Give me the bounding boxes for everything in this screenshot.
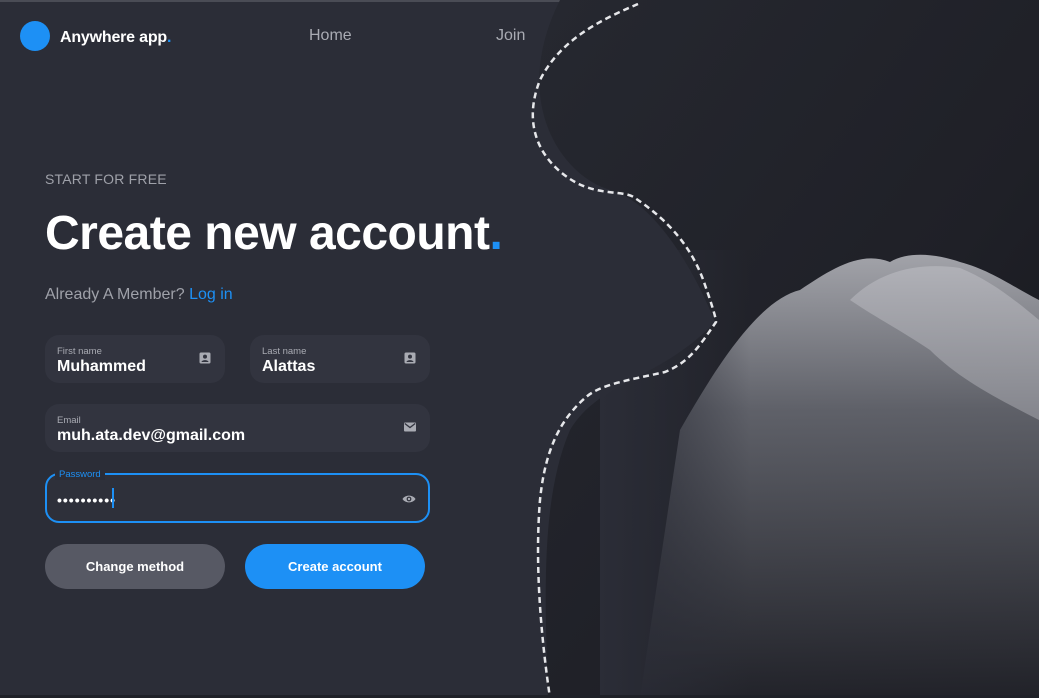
member-text: Already A Member? [45,286,185,303]
change-method-button[interactable]: Change method [45,544,225,589]
page-title: Create new account. [45,207,503,260]
nav-link-join[interactable]: Join [496,27,525,45]
mail-icon [404,422,416,432]
top-navigation: Anywhere app. Home Join [0,0,1039,74]
email-field[interactable]: Email muh.ata.dev@gmail.com [45,404,430,452]
last-name-label: Last name [262,346,307,357]
create-account-button[interactable]: Create account [245,544,425,589]
contact-card-icon [199,352,211,364]
login-link[interactable]: Log in [189,286,233,303]
eye-icon[interactable] [402,493,416,505]
last-name-field[interactable]: Last name Alattas [250,335,430,383]
password-input[interactable]: •••••••••• [57,492,362,508]
contact-card-icon [404,352,416,364]
first-name-input[interactable]: Muhammed [57,358,201,376]
first-name-label: First name [57,346,102,357]
first-name-field[interactable]: First name Muhammed [45,335,225,383]
password-label: Password [55,469,105,480]
eyebrow-text: START FOR FREE [45,171,167,187]
email-input[interactable]: muh.ata.dev@gmail.com [57,427,365,445]
last-name-input[interactable]: Alattas [262,358,406,376]
password-field[interactable]: Password •••••••••• [45,469,430,523]
text-caret [112,488,114,508]
logo-text[interactable]: Anywhere app. [60,29,171,47]
email-label: Email [57,415,81,426]
logo-icon[interactable] [20,21,50,51]
member-prompt: Already A Member? Log in [45,286,233,304]
nav-link-home[interactable]: Home [309,27,352,45]
